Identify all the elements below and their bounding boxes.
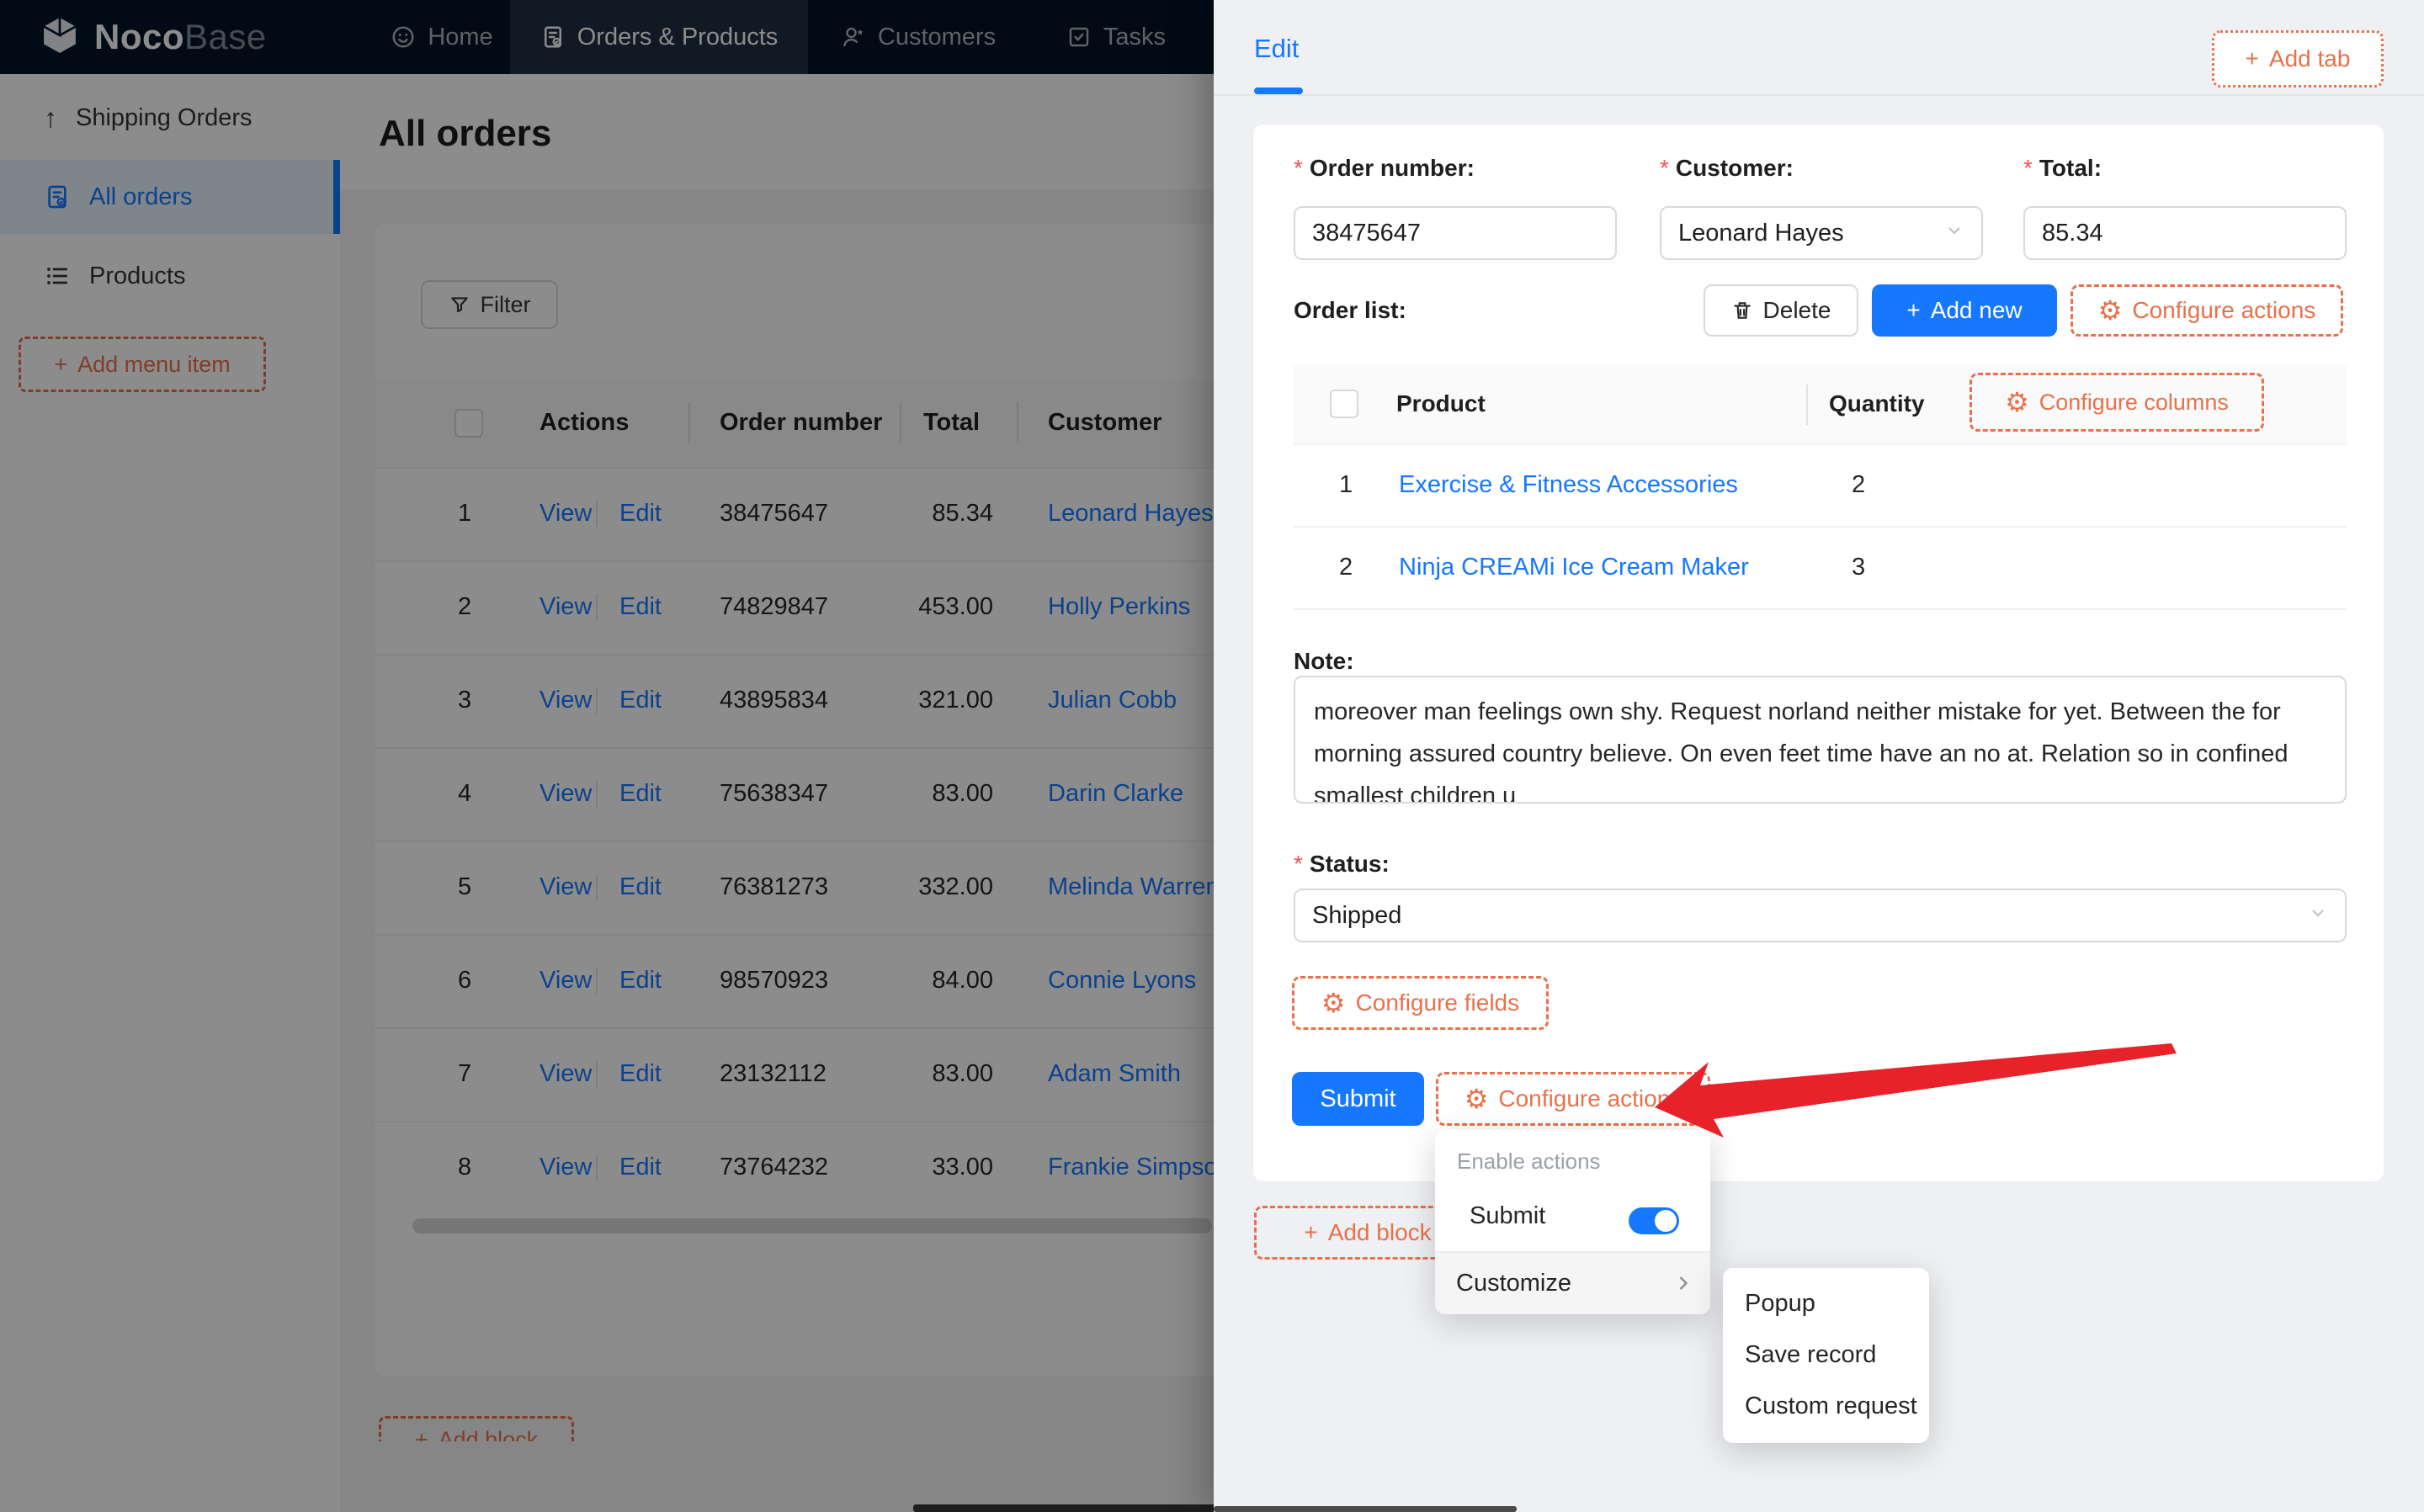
column-header-quantity: Quantity xyxy=(1829,390,1925,416)
add-block-label: Add block xyxy=(1327,1219,1432,1245)
customer-select[interactable]: Leonard Hayes xyxy=(1660,206,1983,260)
order-list-label: Order list: xyxy=(1294,297,1406,324)
plus-icon: + xyxy=(1906,297,1921,323)
submenu-item-popup[interactable]: Popup xyxy=(1723,1278,1929,1329)
drawer-mask[interactable] xyxy=(0,0,1214,1512)
configure-fields-label: Configure fields xyxy=(1355,989,1520,1016)
chevron-right-icon xyxy=(1672,1271,1695,1299)
submit-toggle[interactable] xyxy=(1629,1207,1679,1234)
total-field-label: * Total: xyxy=(2023,155,2102,182)
status-value: Shipped xyxy=(1312,901,1402,929)
column-header-product: Product xyxy=(1396,390,1486,416)
menu-group-header: Enable actions xyxy=(1457,1149,1601,1174)
add-tab-label: Add tab xyxy=(2268,45,2351,72)
add-new-button[interactable]: + Add new xyxy=(1872,284,2057,337)
tab-edit[interactable]: Edit xyxy=(1254,34,1299,64)
delete-button[interactable]: Delete xyxy=(1704,284,1858,337)
quantity-cell: 3 xyxy=(1852,554,1866,581)
row-index: 1 xyxy=(1339,471,1353,498)
customer-field-label: * Customer: xyxy=(1660,155,1794,182)
required-marker: * xyxy=(1294,851,1303,877)
order-number-value: 38475647 xyxy=(1312,219,1422,247)
configure-columns-label: Configure columns xyxy=(2039,389,2229,415)
configure-actions-label: Configure actions xyxy=(2132,297,2316,323)
configure-columns-button[interactable]: ⚙ Configure columns xyxy=(1970,373,2264,432)
configure-fields-button[interactable]: ⚙ Configure fields xyxy=(1292,976,1549,1030)
column-divider xyxy=(1806,385,1808,425)
customize-submenu: Popup Save record Custom request xyxy=(1723,1268,1929,1443)
total-value: 85.34 xyxy=(2042,219,2103,247)
plus-icon: + xyxy=(2245,45,2259,72)
configure-actions-button-orderlist[interactable]: ⚙ Configure actions xyxy=(2070,284,2343,337)
customize-label: Customize xyxy=(1456,1270,1571,1297)
required-marker: * xyxy=(2023,155,2033,181)
product-link[interactable]: Ninja CREAMi Ice Cream Maker xyxy=(1399,526,1749,608)
red-annotation-arrow xyxy=(1655,1043,2177,1138)
gear-icon: ⚙ xyxy=(1321,988,1346,1018)
required-marker: * xyxy=(1660,155,1669,181)
field-label-text: Status: xyxy=(1309,851,1390,877)
total-input[interactable]: 85.34 xyxy=(2023,206,2347,260)
order-number-input[interactable]: 38475647 xyxy=(1294,206,1617,260)
gear-icon: ⚙ xyxy=(2005,387,2029,417)
chevron-down-icon xyxy=(2308,902,2328,930)
toggle-knob xyxy=(1655,1210,1677,1232)
add-tab-button[interactable]: + Add tab xyxy=(2212,30,2384,88)
trash-icon xyxy=(1733,302,1751,319)
order-list-row: 2 Ninja CREAMi Ice Cream Maker 3 xyxy=(1294,526,2347,610)
submenu-item-custom-request[interactable]: Custom request xyxy=(1723,1381,1929,1432)
select-all-checkbox[interactable] xyxy=(1330,390,1358,418)
tab-ink-bar xyxy=(1254,88,1303,94)
status-field-label: * Status: xyxy=(1294,851,1390,878)
product-link[interactable]: Exercise & Fitness Accessories xyxy=(1399,443,1738,526)
delete-label: Delete xyxy=(1762,297,1831,323)
order-list-header: Product Quantity ⚙ Configure columns xyxy=(1294,364,2347,445)
submenu-item-save-record[interactable]: Save record xyxy=(1723,1329,1929,1381)
customer-value: Leonard Hayes xyxy=(1678,219,1844,247)
plus-icon: + xyxy=(1304,1219,1318,1245)
required-marker: * xyxy=(1294,155,1303,181)
field-label-text: Customer: xyxy=(1675,155,1794,181)
submit-button[interactable]: Submit xyxy=(1292,1072,1424,1126)
row-index: 2 xyxy=(1339,554,1353,581)
screen: NocoBase Home Orders & Products Customer… xyxy=(0,0,2424,1512)
order-number-field-label: * Order number: xyxy=(1294,155,1475,182)
field-label-text: Note: xyxy=(1294,648,1354,674)
quantity-cell: 2 xyxy=(1852,471,1866,498)
gear-icon: ⚙ xyxy=(1464,1084,1489,1114)
field-label-text: Total: xyxy=(2039,155,2102,181)
submit-label: Submit xyxy=(1320,1085,1396,1112)
gear-icon: ⚙ xyxy=(2097,295,2123,326)
menu-item-submit[interactable]: Submit xyxy=(1470,1202,1545,1230)
clipped-bottom-content xyxy=(1214,1506,1517,1512)
order-list-row: 1 Exercise & Fitness Accessories 2 xyxy=(1294,443,2347,528)
note-field-label: Note: xyxy=(1294,648,1354,675)
menu-item-customize[interactable]: Customize xyxy=(1435,1253,1710,1314)
field-label-text: Order list: xyxy=(1294,297,1406,323)
note-textarea[interactable]: moreover man feelings own shy. Request n… xyxy=(1294,676,2347,804)
tabbar-divider xyxy=(1214,94,2424,96)
add-new-label: Add new xyxy=(1930,297,2023,323)
chevron-down-icon xyxy=(1944,220,1964,247)
status-select[interactable]: Shipped xyxy=(1294,889,2347,942)
field-label-text: Order number: xyxy=(1309,155,1475,181)
